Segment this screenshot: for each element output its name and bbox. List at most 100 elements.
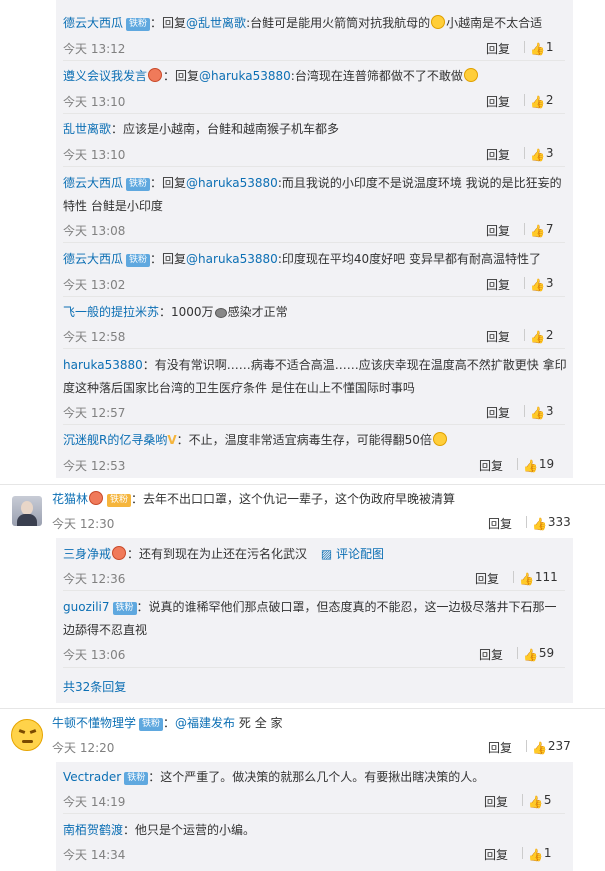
thumb-up-icon: 👍 xyxy=(528,848,543,862)
timestamp: 今天 12:57 xyxy=(63,406,126,420)
cry-laugh-emoji-icon xyxy=(432,432,447,446)
username-link[interactable]: 德云大西瓜 xyxy=(63,176,123,190)
like-count: 1 xyxy=(543,846,552,860)
comment-item: 花猫林 铁粉 ：去年不出口口罩，这个仇记一辈子，这个伪政府早晚被清算 xyxy=(52,488,455,511)
like-count: 3 xyxy=(545,276,554,290)
like-button[interactable]: 👍 19 xyxy=(523,457,554,473)
avatar[interactable] xyxy=(11,719,43,751)
username-link[interactable]: 牛顿不懂物理学 xyxy=(52,716,136,730)
username-link[interactable]: 德云大西瓜 xyxy=(63,16,123,30)
like-button[interactable]: 👍 2 xyxy=(530,328,553,344)
username-link[interactable]: Vectrader xyxy=(63,770,121,784)
username-link[interactable]: guozili7 xyxy=(63,600,110,614)
reply-button[interactable]: 回复 xyxy=(479,457,503,474)
username-link[interactable]: haruka53880 xyxy=(63,358,143,372)
thumb-up-icon: 👍 xyxy=(532,517,547,531)
like-count: 111 xyxy=(534,570,558,584)
divider xyxy=(63,667,565,668)
username-link[interactable]: 花猫林 xyxy=(52,492,88,506)
like-button[interactable]: 👍 7 xyxy=(530,222,553,238)
reply-button[interactable]: 回复 xyxy=(484,846,508,863)
comment-text: 死 全 家 xyxy=(235,716,283,730)
thumb-up-icon: 👍 xyxy=(523,648,538,662)
divider xyxy=(63,590,565,591)
timestamp: 今天 13:10 xyxy=(63,95,126,109)
view-more-replies-link[interactable]: 共32条回复 xyxy=(63,678,126,695)
like-button[interactable]: 👍 1 xyxy=(528,846,552,862)
reply-text: :台湾现在连普筛都做不了不敢做 xyxy=(290,69,463,83)
reply-button[interactable]: 回复 xyxy=(486,40,510,57)
timestamp: 今天 13:08 xyxy=(63,224,126,238)
like-button[interactable]: 👍 3 xyxy=(530,276,554,292)
reply-button[interactable]: 回复 xyxy=(486,404,510,421)
like-button[interactable]: 👍 111 xyxy=(519,570,558,586)
reply-text: 感染才正常 xyxy=(227,305,288,319)
fan-badge: 铁粉 xyxy=(126,18,151,31)
username-link[interactable]: 飞一般的提拉米苏 xyxy=(63,305,159,319)
reply-button[interactable]: 回复 xyxy=(486,222,510,239)
divider xyxy=(0,708,605,709)
reply-button[interactable]: 回复 xyxy=(479,646,503,663)
thumb-up-icon: 👍 xyxy=(530,406,545,420)
reply-item: Vectrader 铁粉 ：这个严重了。做决策的就那么几个人。有要揪出瞎决策的人。 xyxy=(63,766,484,789)
reply-button[interactable]: 回复 xyxy=(486,328,510,345)
thumb-up-icon: 👍 xyxy=(528,795,543,809)
reply-button[interactable]: 回复 xyxy=(484,793,508,810)
reply-text: 边舔得不忍直视 xyxy=(63,623,148,637)
timestamp: 今天 12:58 xyxy=(63,330,126,344)
reply-item: haruka53880：有没有常识啊……病毒不适合高温……应该庆幸现在温度高不然… xyxy=(63,354,568,400)
mention-link[interactable]: @haruka53880 xyxy=(186,176,278,190)
reply-button[interactable]: 回复 xyxy=(486,146,510,163)
timestamp: 今天 12:53 xyxy=(63,459,126,473)
reply-button[interactable]: 回复 xyxy=(486,93,510,110)
comment-text: ：去年不出口口罩，这个仇记一辈子，这个伪政府早晚被清算 xyxy=(131,492,456,506)
mention-link[interactable]: @乱世离歌 xyxy=(186,16,246,30)
timestamp: 今天 14:19 xyxy=(63,795,126,809)
timestamp: 今天 13:06 xyxy=(63,648,126,662)
thumb-up-icon: 👍 xyxy=(530,42,545,56)
username-link[interactable]: 遵义会议我发言 xyxy=(63,69,147,83)
fan-badge: 铁粉 xyxy=(107,494,132,507)
username-link[interactable]: 沉迷舰R的亿寻桑哟 xyxy=(63,433,167,447)
thumb-up-icon: 👍 xyxy=(519,572,534,586)
like-count: 2 xyxy=(545,93,554,107)
reply-item: 飞一般的提拉米苏：1000万 感染才正常 xyxy=(63,301,288,324)
like-button[interactable]: 👍 5 xyxy=(528,793,551,809)
reply-item: guozili7 铁粉 ：说真的谁稀罕他们那点破口罩，但态度真的不能忍，这一边极尽落… xyxy=(63,596,563,642)
glasses-emoji-icon xyxy=(431,15,446,29)
like-button[interactable]: 👍 333 xyxy=(532,515,571,531)
username-link[interactable]: 三身净戒 xyxy=(63,547,111,561)
like-button[interactable]: 👍 237 xyxy=(532,739,571,755)
divider xyxy=(63,348,565,349)
fan-badge: 铁粉 xyxy=(112,602,137,615)
mention-link[interactable]: @haruka53880 xyxy=(186,252,278,266)
like-button[interactable]: 👍 2 xyxy=(530,93,554,109)
reply-button[interactable]: 回复 xyxy=(475,570,499,587)
laugh-emoji-icon xyxy=(463,68,478,82)
mention-link[interactable]: @福建发布 xyxy=(175,716,235,730)
username-link[interactable]: 乱世离歌 xyxy=(63,122,111,136)
reply-button[interactable]: 回复 xyxy=(488,739,512,756)
timestamp: 今天 13:02 xyxy=(63,278,126,292)
thumb-up-icon: 👍 xyxy=(532,741,547,755)
username-link[interactable]: 南栢贺鹤渡 xyxy=(63,823,123,837)
reply-item: 三身净戒 ：还有到现在为止还在污名化武汉 ▨ 评论配图 xyxy=(63,543,384,566)
thumb-up-icon: 👍 xyxy=(530,224,545,238)
reply-text: ：说真的谁稀罕他们那点破口罩，但态度真的不能忍，这一边极尽落井下石那一 xyxy=(136,600,557,614)
reply-text: :而且我说的小印度不是说温度环境 我说的是比狂妄的 xyxy=(277,176,562,190)
comment-image-link[interactable]: ▨ 评论配图 xyxy=(321,547,384,561)
avatar[interactable] xyxy=(12,496,42,526)
like-button[interactable]: 👍 3 xyxy=(530,404,553,420)
vip-badge-icon xyxy=(148,68,163,82)
reply-button[interactable]: 回复 xyxy=(486,276,510,293)
like-button[interactable]: 👍 1 xyxy=(530,40,553,56)
like-count: 333 xyxy=(547,515,571,529)
username-link[interactable]: 德云大西瓜 xyxy=(63,252,123,266)
reply-item: 德云大西瓜 铁粉 ：回复@haruka53880:而且我说的小印度不是说温度环境 我… xyxy=(63,172,563,218)
like-button[interactable]: 👍 3 xyxy=(530,146,553,162)
reply-button[interactable]: 回复 xyxy=(488,515,512,532)
virus-emoji-icon xyxy=(214,308,227,318)
divider xyxy=(0,484,605,485)
like-button[interactable]: 👍 59 xyxy=(523,646,554,662)
mention-link[interactable]: @haruka53880 xyxy=(199,69,291,83)
